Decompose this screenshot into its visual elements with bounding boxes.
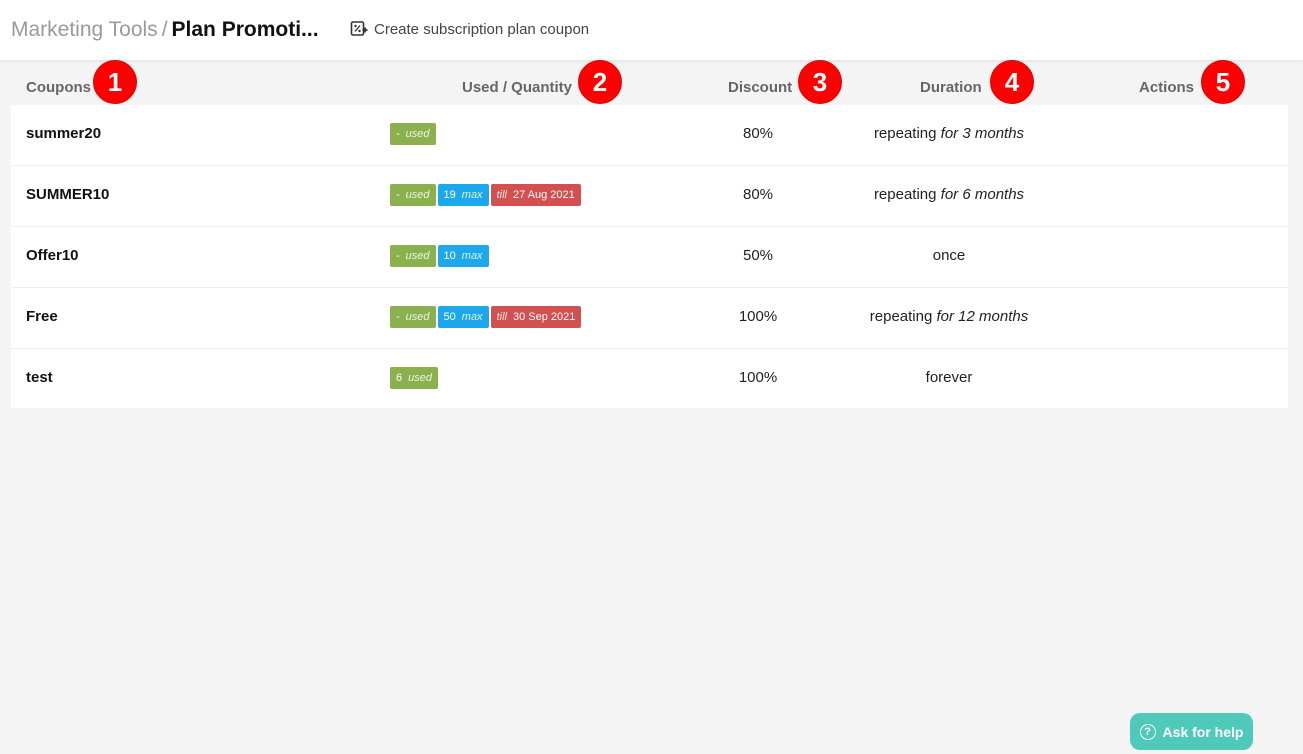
table-row[interactable]: Offer10 - used 10 max 50% once	[11, 227, 1288, 288]
table-row[interactable]: SUMMER10 - used 19 max till 27 Aug 2021 80%…	[11, 166, 1288, 227]
column-header-used-quantity: Used / Quantity	[462, 79, 573, 96]
used-badge: - used	[390, 184, 436, 206]
used-badge: - used	[390, 306, 436, 328]
usage-badges: - used 19 max till 27 Aug 2021	[390, 184, 581, 206]
coupon-add-icon	[350, 21, 368, 36]
breadcrumb-parent[interactable]: Marketing Tools	[11, 18, 158, 41]
coupon-name[interactable]: summer20	[26, 125, 101, 142]
usage-badges: - used 10 max	[390, 245, 489, 267]
duration-value: repeating for 3 months	[873, 125, 1025, 142]
max-badge: 10 max	[437, 245, 489, 267]
annotation-marker-4: 4	[990, 60, 1034, 104]
till-badge: till 27 Aug 2021	[490, 184, 581, 206]
create-coupon-label: Create subscription plan coupon	[374, 20, 590, 38]
usage-badges: 6 used	[390, 367, 438, 389]
coupon-name[interactable]: Offer10	[26, 247, 79, 264]
create-coupon-button[interactable]: Create subscription plan coupon	[350, 20, 589, 38]
ask-for-help-label: Ask for help	[1162, 723, 1244, 740]
usage-badges: - used 50 max till 30 Sep 2021	[390, 306, 582, 328]
coupons-table: Coupons Used / Quantity Discount Duratio…	[11, 60, 1288, 408]
annotation-marker-3: 3	[798, 60, 842, 104]
page-title: Plan Promoti...	[171, 18, 319, 41]
used-badge: - used	[390, 123, 436, 145]
discount-value: 50%	[742, 247, 774, 264]
annotation-marker-1: 1	[93, 60, 137, 104]
annotation-marker-2: 2	[578, 60, 622, 104]
till-badge: till 30 Sep 2021	[490, 306, 582, 328]
discount-value: 100%	[738, 369, 778, 386]
coupon-name[interactable]: test	[26, 369, 53, 386]
question-circle-icon: ?	[1139, 723, 1156, 740]
table-body: summer20 - used 80% repeating for 3 month…	[11, 105, 1288, 408]
duration-value: repeating for 12 months	[869, 308, 1029, 325]
duration-value: repeating for 6 months	[873, 186, 1025, 203]
top-bar: Marketing Tools / Plan Promoti... Create s…	[0, 0, 1303, 60]
ask-for-help-button[interactable]: ? Ask for help	[1130, 713, 1253, 750]
annotation-marker-5: 5	[1201, 60, 1245, 104]
table-row[interactable]: Free - used 50 max till 30 Sep 2021 100% re…	[11, 288, 1288, 349]
table-header: Coupons Used / Quantity Discount Duratio…	[11, 60, 1288, 105]
discount-value: 100%	[738, 308, 778, 325]
coupon-name[interactable]: Free	[26, 308, 58, 325]
used-badge: - used	[390, 245, 436, 267]
max-badge: 19 max	[437, 184, 489, 206]
duration-value: forever	[925, 369, 973, 386]
discount-value: 80%	[742, 186, 774, 203]
breadcrumb: Marketing Tools / Plan Promoti...	[11, 18, 319, 42]
breadcrumb-separator: /	[161, 18, 168, 41]
coupon-name[interactable]: SUMMER10	[26, 186, 109, 203]
column-header-actions: Actions	[1139, 79, 1195, 96]
column-header-duration: Duration	[920, 79, 982, 96]
table-row[interactable]: test 6 used 100% forever	[11, 349, 1288, 408]
column-header-discount: Discount	[728, 79, 793, 96]
duration-value: once	[932, 247, 966, 264]
column-header-coupons: Coupons	[26, 79, 91, 96]
max-badge: 50 max	[437, 306, 489, 328]
discount-value: 80%	[742, 125, 774, 142]
used-badge: 6 used	[390, 367, 438, 389]
usage-badges: - used	[390, 123, 436, 145]
table-row[interactable]: summer20 - used 80% repeating for 3 month…	[11, 105, 1288, 166]
